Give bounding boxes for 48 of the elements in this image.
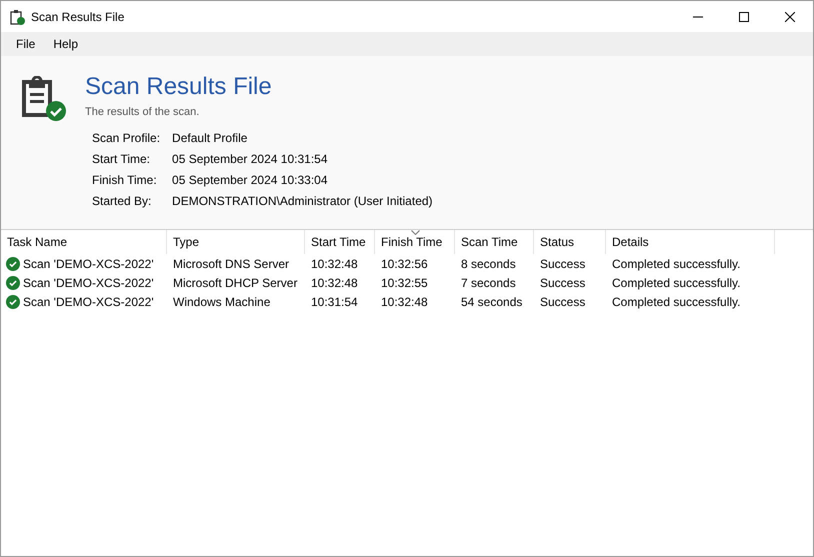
- table-cell-text: Success: [540, 294, 586, 310]
- column-header[interactable]: Start Time: [305, 230, 375, 254]
- table-cell-text: Scan 'DEMO-XCS-2022': [23, 256, 154, 272]
- window-title: Scan Results File: [31, 8, 124, 26]
- table-cell-text: Scan 'DEMO-XCS-2022': [23, 294, 154, 310]
- table-cell-text: 10:31:54: [311, 294, 358, 310]
- header-subtitle: The results of the scan.: [85, 105, 200, 120]
- table-cell-text: 10:32:55: [381, 274, 428, 292]
- table-cell-text: 8 seconds: [461, 256, 516, 272]
- table-cell-text: 54 seconds: [461, 294, 522, 310]
- table-cell-text: Completed successfully.: [612, 294, 740, 310]
- field-value: 05 September 2024 10:33:04: [172, 172, 329, 188]
- table-cell-text: Success: [540, 256, 586, 272]
- header-title: Scan Results File: [85, 72, 273, 102]
- table-cell-text: 7 seconds: [461, 274, 516, 292]
- close-icon: [785, 12, 795, 22]
- check-circle-icon: [6, 294, 20, 308]
- field-value: 05 September 2024 10:31:54: [172, 150, 329, 168]
- field-label: Started By:: [92, 192, 152, 210]
- table-cell-text: Completed successfully.: [612, 256, 740, 272]
- column-header[interactable]: Scan Time: [455, 230, 534, 254]
- check-circle-icon: [6, 256, 20, 270]
- table-cell-text: 10:32:48: [311, 274, 358, 292]
- column-header[interactable]: Task Name: [1, 230, 167, 254]
- field-label: Start Time:: [92, 150, 152, 168]
- column-header[interactable]: Type: [167, 230, 305, 254]
- table-cell-text: Windows Machine: [173, 294, 270, 310]
- table-cell-text: Completed successfully.: [612, 274, 740, 292]
- table-cell-text: 10:32:56: [381, 256, 428, 272]
- menu-item[interactable]: File: [8, 35, 44, 53]
- table-cell-text: Success: [540, 274, 586, 292]
- column-header[interactable]: Details: [606, 230, 775, 254]
- table-cell-text: Microsoft DHCP Server: [173, 274, 298, 292]
- table-cell-text: 10:32:48: [381, 294, 428, 310]
- table-cell-text: 10:32:48: [311, 256, 358, 272]
- maximize-icon: [739, 12, 749, 22]
- check-circle-icon: [6, 276, 20, 290]
- menu-item[interactable]: Help: [45, 35, 86, 53]
- table-cell-text: Scan 'DEMO-XCS-2022': [23, 274, 154, 292]
- clipboard-check-icon: [21, 76, 67, 122]
- field-value: Default Profile: [172, 130, 248, 146]
- field-label: Finish Time:: [92, 172, 158, 188]
- clipboard-check-icon: [9, 8, 25, 24]
- column-header[interactable]: Finish Time: [375, 230, 455, 254]
- field-label: Scan Profile:: [92, 130, 160, 146]
- field-value: DEMONSTRATION\Administrator (User Initiated): [172, 192, 433, 210]
- table-cell-text: Microsoft DNS Server: [173, 256, 290, 272]
- column-header[interactable]: Status: [534, 230, 606, 254]
